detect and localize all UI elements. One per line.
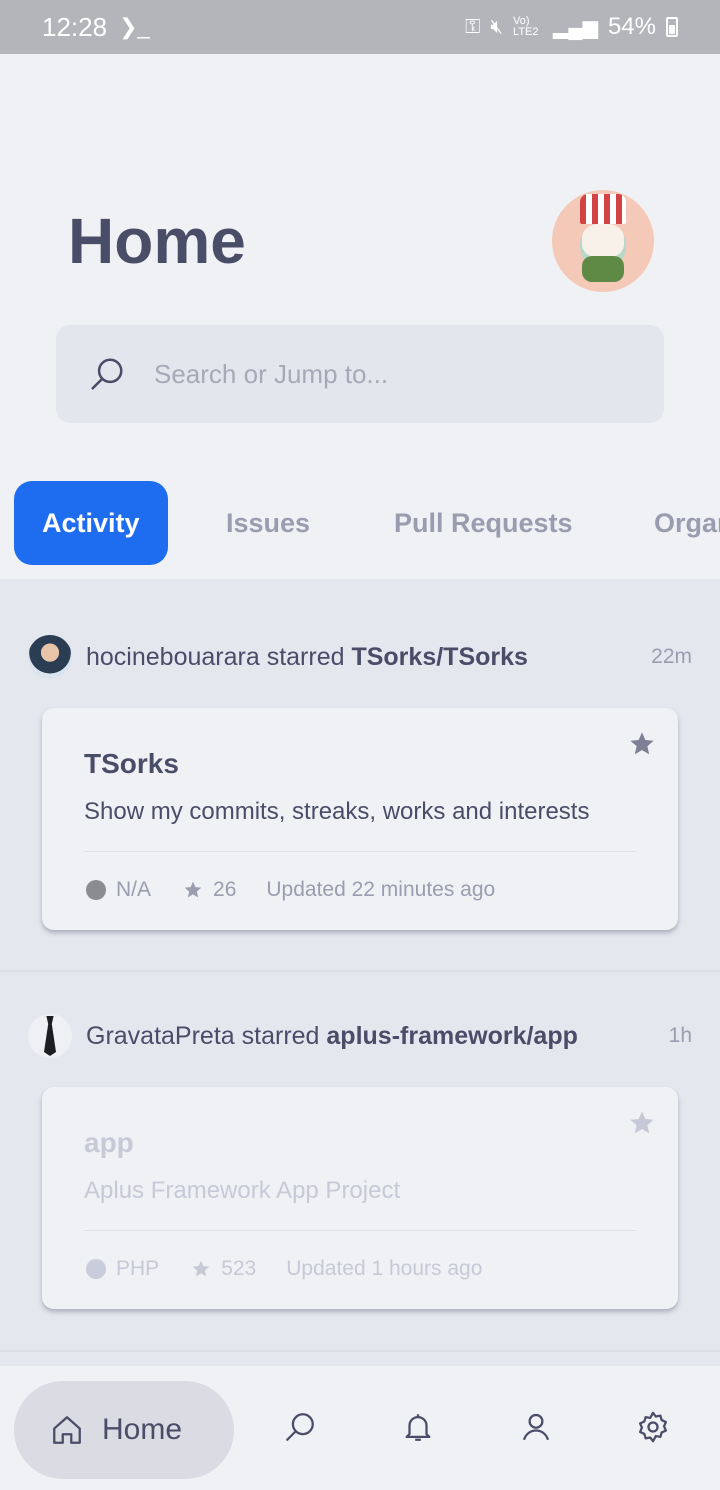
home-icon — [53, 1416, 81, 1444]
search-icon — [91, 358, 123, 390]
feed-item-header: GravataPreta starred aplus-framework/app… — [28, 1014, 692, 1058]
activity-feed: hocinebouarara starred TSorks/TSorks 22m… — [0, 579, 720, 1366]
tab-issues[interactable]: Issues — [226, 481, 310, 565]
nav-home-button[interactable]: Home — [14, 1381, 234, 1479]
action-verb: starred — [241, 1021, 320, 1050]
lte-indicator: Vo) LTE2 — [513, 15, 539, 38]
status-bar: 12:28 ❯_ ⚿ 🔇︎ Vo) LTE2 ▂▄▆ 54% — [0, 0, 720, 54]
language-dot-icon — [86, 1259, 106, 1279]
star-icon[interactable] — [628, 730, 656, 758]
mute-icon: 🔇︎ — [490, 15, 504, 38]
action-verb: starred — [266, 642, 345, 671]
star-count-icon — [184, 881, 202, 898]
user-avatar[interactable] — [552, 190, 654, 292]
terminal-icon: ❯_ — [119, 14, 150, 39]
repo-name: TSorks — [84, 748, 179, 779]
actor-avatar[interactable] — [28, 635, 72, 679]
tab-pull-requests[interactable]: Pull Requests — [394, 481, 573, 565]
bottom-nav: Home — [0, 1366, 720, 1490]
repo-description: Aplus Framework App Project — [84, 1177, 401, 1204]
feed-divider — [0, 970, 720, 972]
feed-item-text: GravataPreta starred aplus-framework/app — [86, 1022, 578, 1051]
page-title: Home — [68, 205, 246, 277]
repo-language: PHP — [116, 1257, 160, 1280]
repo-updated: Updated 22 minutes ago — [266, 878, 496, 901]
repo-meta: PHP 523 Updated 1 hours ago — [86, 1257, 482, 1281]
header: Home Activity Issues Pull Requests Organ… — [0, 54, 720, 579]
repo-link[interactable]: TSorks/TSorks — [351, 643, 527, 671]
actor-name[interactable]: GravataPreta — [86, 1022, 235, 1050]
search-input[interactable] — [154, 358, 614, 390]
status-icons: ⚿ 🔇︎ Vo) LTE2 ▂▄▆ 54% — [465, 13, 678, 41]
tab-activity[interactable]: Activity — [14, 481, 168, 565]
repo-language: N/A — [116, 878, 152, 901]
nav-home-label: Home — [102, 1413, 183, 1446]
search-bar[interactable] — [56, 325, 664, 423]
repo-link[interactable]: aplus-framework/app — [326, 1022, 577, 1050]
repo-card[interactable]: app Aplus Framework App Project PHP 523 … — [42, 1087, 678, 1309]
feed-item-time: 1h — [668, 1024, 692, 1047]
repo-meta: N/A 26 Updated 22 minutes ago — [86, 878, 495, 902]
actor-avatar[interactable] — [28, 1014, 72, 1058]
user-icon[interactable] — [519, 1410, 553, 1444]
vpn-key-icon: ⚿ — [465, 15, 481, 38]
signal-icon: ▂▄▆ — [553, 16, 598, 39]
repo-updated: Updated 1 hours ago — [286, 1257, 483, 1280]
repo-card[interactable]: TSorks Show my commits, streaks, works a… — [42, 708, 678, 930]
repo-stars: 26 — [213, 878, 237, 901]
language-dot-icon — [86, 880, 106, 900]
card-divider — [84, 1230, 636, 1231]
feed-item-text: hocinebouarara starred TSorks/TSorks — [86, 643, 528, 672]
star-count-icon — [192, 1260, 210, 1277]
repo-description: Show my commits, streaks, works and inte… — [84, 798, 590, 825]
card-divider — [84, 851, 636, 852]
tab-bar: Activity Issues Pull Requests Organizati… — [0, 481, 720, 565]
battery-percent: 54% — [607, 13, 656, 40]
gear-icon[interactable] — [636, 1410, 670, 1444]
status-time: 12:28 — [42, 11, 108, 42]
repo-stars: 523 — [221, 1257, 257, 1280]
repo-name: app — [84, 1127, 134, 1158]
feed-item-header: hocinebouarara starred TSorks/TSorks 22m — [28, 635, 692, 679]
actor-name[interactable]: hocinebouarara — [86, 643, 260, 671]
feed-divider — [0, 1350, 720, 1352]
tab-organizations[interactable]: Organizations — [654, 481, 720, 565]
bell-icon[interactable] — [401, 1410, 435, 1444]
star-icon[interactable] — [628, 1109, 656, 1137]
feed-item-time: 22m — [651, 645, 692, 668]
battery-icon — [666, 17, 678, 37]
search-icon[interactable] — [283, 1410, 317, 1444]
